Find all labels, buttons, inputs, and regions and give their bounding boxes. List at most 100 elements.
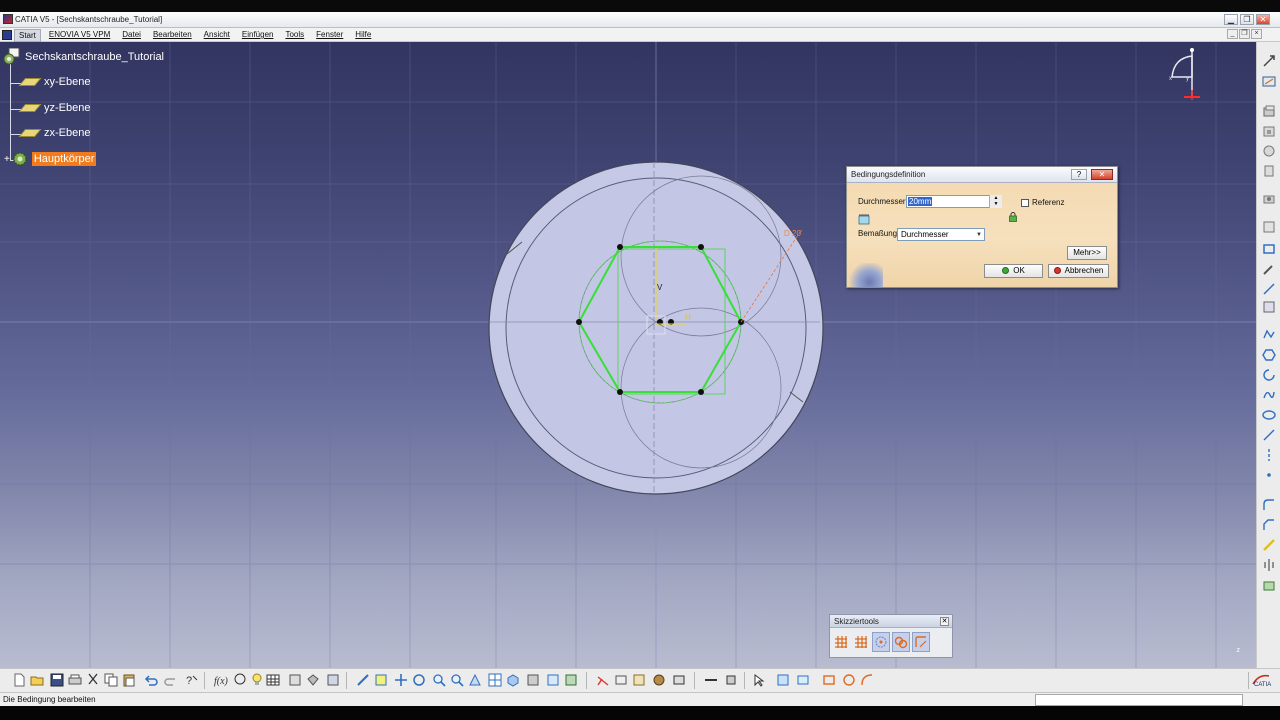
sketch-tools-close-button[interactable]: ✕ bbox=[940, 617, 949, 626]
layer-icon[interactable] bbox=[614, 673, 628, 687]
hexagon-icon[interactable] bbox=[1262, 348, 1276, 362]
sketch-profile-icon[interactable] bbox=[1262, 328, 1276, 342]
exit-workbench-icon[interactable] bbox=[1262, 54, 1276, 68]
axis-icon[interactable] bbox=[1262, 448, 1276, 462]
expand-plus-icon[interactable]: + bbox=[4, 154, 10, 165]
normal-view-icon[interactable] bbox=[468, 673, 482, 687]
cut-icon[interactable] bbox=[86, 673, 100, 687]
document-icon[interactable] bbox=[2, 30, 12, 40]
iso-view-icon[interactable] bbox=[506, 673, 520, 687]
tree-node-zx-plane[interactable]: zx-Ebene bbox=[18, 127, 90, 139]
grab-icon[interactable] bbox=[724, 673, 738, 687]
select-icon[interactable] bbox=[752, 673, 766, 687]
dimensioning-select[interactable]: Durchmesser ▼ bbox=[897, 228, 985, 241]
doc-close-button[interactable]: × bbox=[1251, 29, 1262, 39]
sketch-icon[interactable] bbox=[1262, 74, 1276, 88]
profile-icon[interactable] bbox=[1262, 220, 1276, 234]
whats-this-icon[interactable]: ? bbox=[184, 673, 198, 687]
sketch-analysis-icon[interactable] bbox=[596, 673, 610, 687]
snap-to-point-icon[interactable] bbox=[852, 632, 870, 652]
normal-to-sketch-icon[interactable] bbox=[776, 673, 790, 687]
hole-icon[interactable] bbox=[1262, 192, 1276, 206]
menu-enovia[interactable]: ENOVIA V5 VPM bbox=[45, 29, 114, 42]
new-file-icon[interactable] bbox=[12, 673, 26, 687]
zoom-in-icon[interactable] bbox=[432, 673, 446, 687]
menu-hilfe[interactable]: Hilfe bbox=[351, 29, 375, 42]
menu-fenster[interactable]: Fenster bbox=[312, 29, 347, 42]
tree-node-xy-plane[interactable]: xy-Ebene bbox=[18, 76, 90, 88]
cut-part-icon[interactable] bbox=[704, 673, 718, 687]
sketch-geometry[interactable]: V H D 20 bbox=[480, 152, 840, 502]
measure-icon[interactable] bbox=[672, 673, 686, 687]
material-icon[interactable] bbox=[652, 673, 666, 687]
dimensional-constraints-icon[interactable] bbox=[912, 632, 930, 652]
redo-icon[interactable] bbox=[164, 673, 178, 687]
light-bulb-icon[interactable] bbox=[250, 673, 264, 687]
auto-constraint-icon[interactable] bbox=[860, 673, 874, 687]
fix-together-icon[interactable] bbox=[842, 673, 856, 687]
doc-restore-button[interactable]: ❐ bbox=[1239, 29, 1250, 39]
pan-icon[interactable] bbox=[394, 673, 408, 687]
knowledge-icon[interactable] bbox=[233, 673, 247, 687]
corner-icon[interactable] bbox=[1262, 498, 1276, 512]
catalog-icon[interactable] bbox=[288, 673, 302, 687]
paste-icon[interactable] bbox=[122, 673, 136, 687]
properties-icon[interactable] bbox=[632, 673, 646, 687]
swap-visible-space-icon[interactable] bbox=[564, 673, 578, 687]
lock-icon[interactable] bbox=[1009, 212, 1017, 222]
menu-tools[interactable]: Tools bbox=[281, 29, 308, 42]
menu-ansicht[interactable]: Ansicht bbox=[200, 29, 234, 42]
chamfer-icon[interactable] bbox=[1262, 518, 1276, 532]
menu-datei[interactable]: Datei bbox=[118, 29, 145, 42]
window-title-bar[interactable]: CATIA V5 - [Sechskantschraube_Tutorial] … bbox=[0, 12, 1280, 28]
print-icon[interactable] bbox=[68, 673, 82, 687]
close-button[interactable]: ✕ bbox=[1256, 14, 1270, 25]
instantiate-icon[interactable] bbox=[326, 673, 340, 687]
cancel-button[interactable]: Abbrechen bbox=[1048, 264, 1109, 278]
more-button[interactable]: Mehr>> bbox=[1067, 246, 1107, 260]
menu-einfuegen[interactable]: Einfügen bbox=[238, 29, 278, 42]
part-icon[interactable] bbox=[306, 673, 320, 687]
pad-icon[interactable] bbox=[1262, 104, 1276, 118]
construction-element-icon[interactable] bbox=[872, 632, 890, 652]
tree-root-part[interactable]: Sechskantschraube_Tutorial bbox=[3, 47, 164, 66]
compass-icon[interactable]: x y bbox=[1164, 44, 1214, 100]
sketch-tools-title-bar[interactable]: Skizziertools ✕ bbox=[830, 615, 952, 628]
pocket-icon[interactable] bbox=[1262, 124, 1276, 138]
point-icon[interactable] bbox=[1262, 468, 1276, 482]
hide-show-icon[interactable] bbox=[546, 673, 560, 687]
tree-node-main-body[interactable]: + Hauptkörper bbox=[4, 151, 97, 167]
fit-all-icon[interactable] bbox=[374, 673, 388, 687]
reference-checkbox[interactable] bbox=[1021, 199, 1029, 207]
rectangle-icon[interactable] bbox=[1262, 242, 1276, 256]
line-icon[interactable] bbox=[1262, 428, 1276, 442]
maximize-button[interactable]: ❐ bbox=[1240, 14, 1254, 25]
line-tool-icon[interactable] bbox=[1262, 282, 1276, 296]
command-input[interactable] bbox=[1035, 694, 1243, 706]
dialog-close-button[interactable]: ✕ bbox=[1091, 169, 1113, 180]
dialog-help-button[interactable]: ? bbox=[1071, 169, 1087, 180]
minimize-button[interactable]: ▁ bbox=[1224, 14, 1238, 25]
project-3d-icon[interactable] bbox=[1262, 578, 1276, 592]
rotate-icon[interactable] bbox=[412, 673, 426, 687]
ok-button[interactable]: OK bbox=[984, 264, 1043, 278]
cut-by-sketch-plane-icon[interactable] bbox=[796, 673, 810, 687]
multi-view-icon[interactable] bbox=[488, 673, 502, 687]
menu-bearbeiten[interactable]: Bearbeiten bbox=[149, 29, 196, 42]
diameter-input[interactable]: 20mm bbox=[906, 195, 1002, 208]
circle-icon[interactable] bbox=[1262, 368, 1276, 382]
spline-icon[interactable] bbox=[1262, 388, 1276, 402]
mirror-icon[interactable] bbox=[1262, 300, 1276, 314]
formula-icon[interactable]: f(x) bbox=[214, 673, 228, 687]
symmetry-icon[interactable] bbox=[1262, 558, 1276, 572]
view-mode-icon[interactable] bbox=[526, 673, 540, 687]
constraint-icon[interactable] bbox=[822, 673, 836, 687]
fly-mode-icon[interactable] bbox=[356, 673, 370, 687]
dialog-title-bar[interactable]: Bedingungsdefinition ? ✕ bbox=[847, 167, 1117, 183]
trim-icon[interactable] bbox=[1262, 538, 1276, 552]
open-file-icon[interactable] bbox=[30, 673, 44, 687]
edit-icon[interactable] bbox=[1262, 262, 1276, 276]
3d-viewport[interactable]: Sechskantschraube_Tutorial xy-Ebene yz-E… bbox=[0, 42, 1256, 668]
grid-icon[interactable] bbox=[832, 632, 850, 652]
copy-icon[interactable] bbox=[104, 673, 118, 687]
